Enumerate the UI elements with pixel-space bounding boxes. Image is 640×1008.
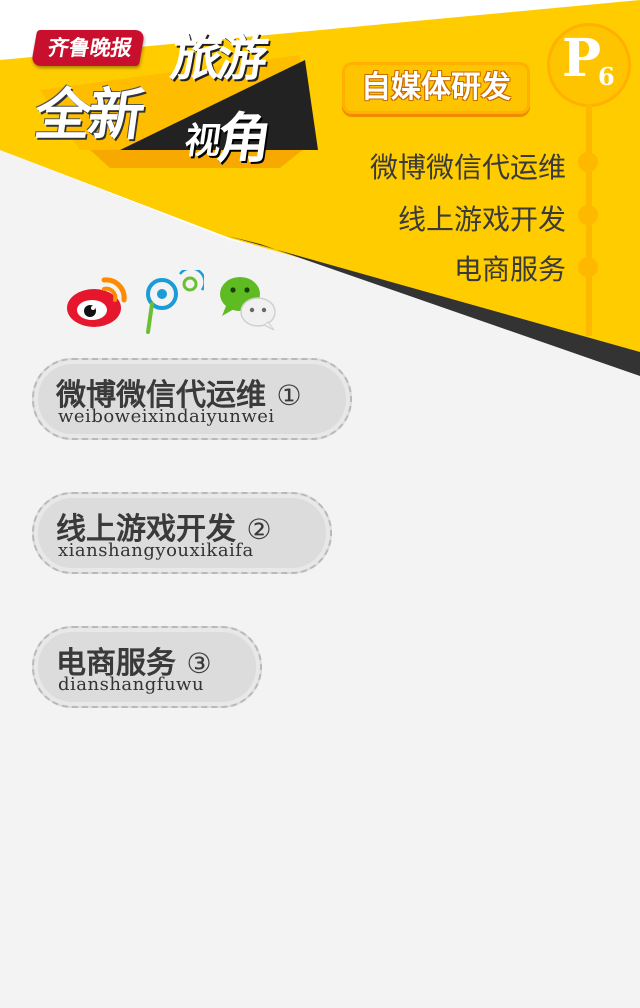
menu-item-ecommerce[interactable]: 电商服务 ③ dianshangfuwu	[32, 626, 262, 708]
page-number: 6	[598, 62, 615, 91]
title-view-big: 角	[212, 107, 272, 170]
menu-item-online-games[interactable]: 线上游戏开发 ② xianshangyouxikaifa	[32, 492, 332, 574]
page-badge: P 6	[550, 26, 628, 104]
title-travel: 旅游	[167, 29, 268, 87]
brand-label: 齐鲁晚报	[30, 30, 146, 66]
timeline-dot	[578, 205, 598, 225]
menu-item-pinyin: weiboweixindaiyunwei	[58, 406, 275, 427]
menu-item-pinyin: dianshangfuwu	[58, 674, 205, 695]
title-view: 视角	[180, 94, 273, 173]
service-list-item: 电商服务	[453, 253, 566, 286]
title-main: 全新	[30, 83, 146, 148]
menu-item-number: ①	[276, 379, 302, 412]
page-letter: P	[562, 28, 602, 89]
service-list-item: 微博微信代运维	[369, 151, 566, 184]
section-tag: 自媒体研发	[342, 62, 530, 114]
menu-item-weibo-weixin[interactable]: 微博微信代运维 ① weiboweixindaiyunwei	[32, 358, 352, 440]
qq-weibo-icon[interactable]	[140, 270, 204, 334]
timeline-dot	[578, 257, 598, 277]
menu-item-pinyin: xianshangyouxikaifa	[58, 540, 254, 561]
service-list-item: 线上游戏开发	[397, 203, 566, 236]
wechat-icon[interactable]	[216, 270, 280, 334]
weibo-icon[interactable]	[64, 270, 128, 334]
timeline-dot	[578, 152, 598, 172]
